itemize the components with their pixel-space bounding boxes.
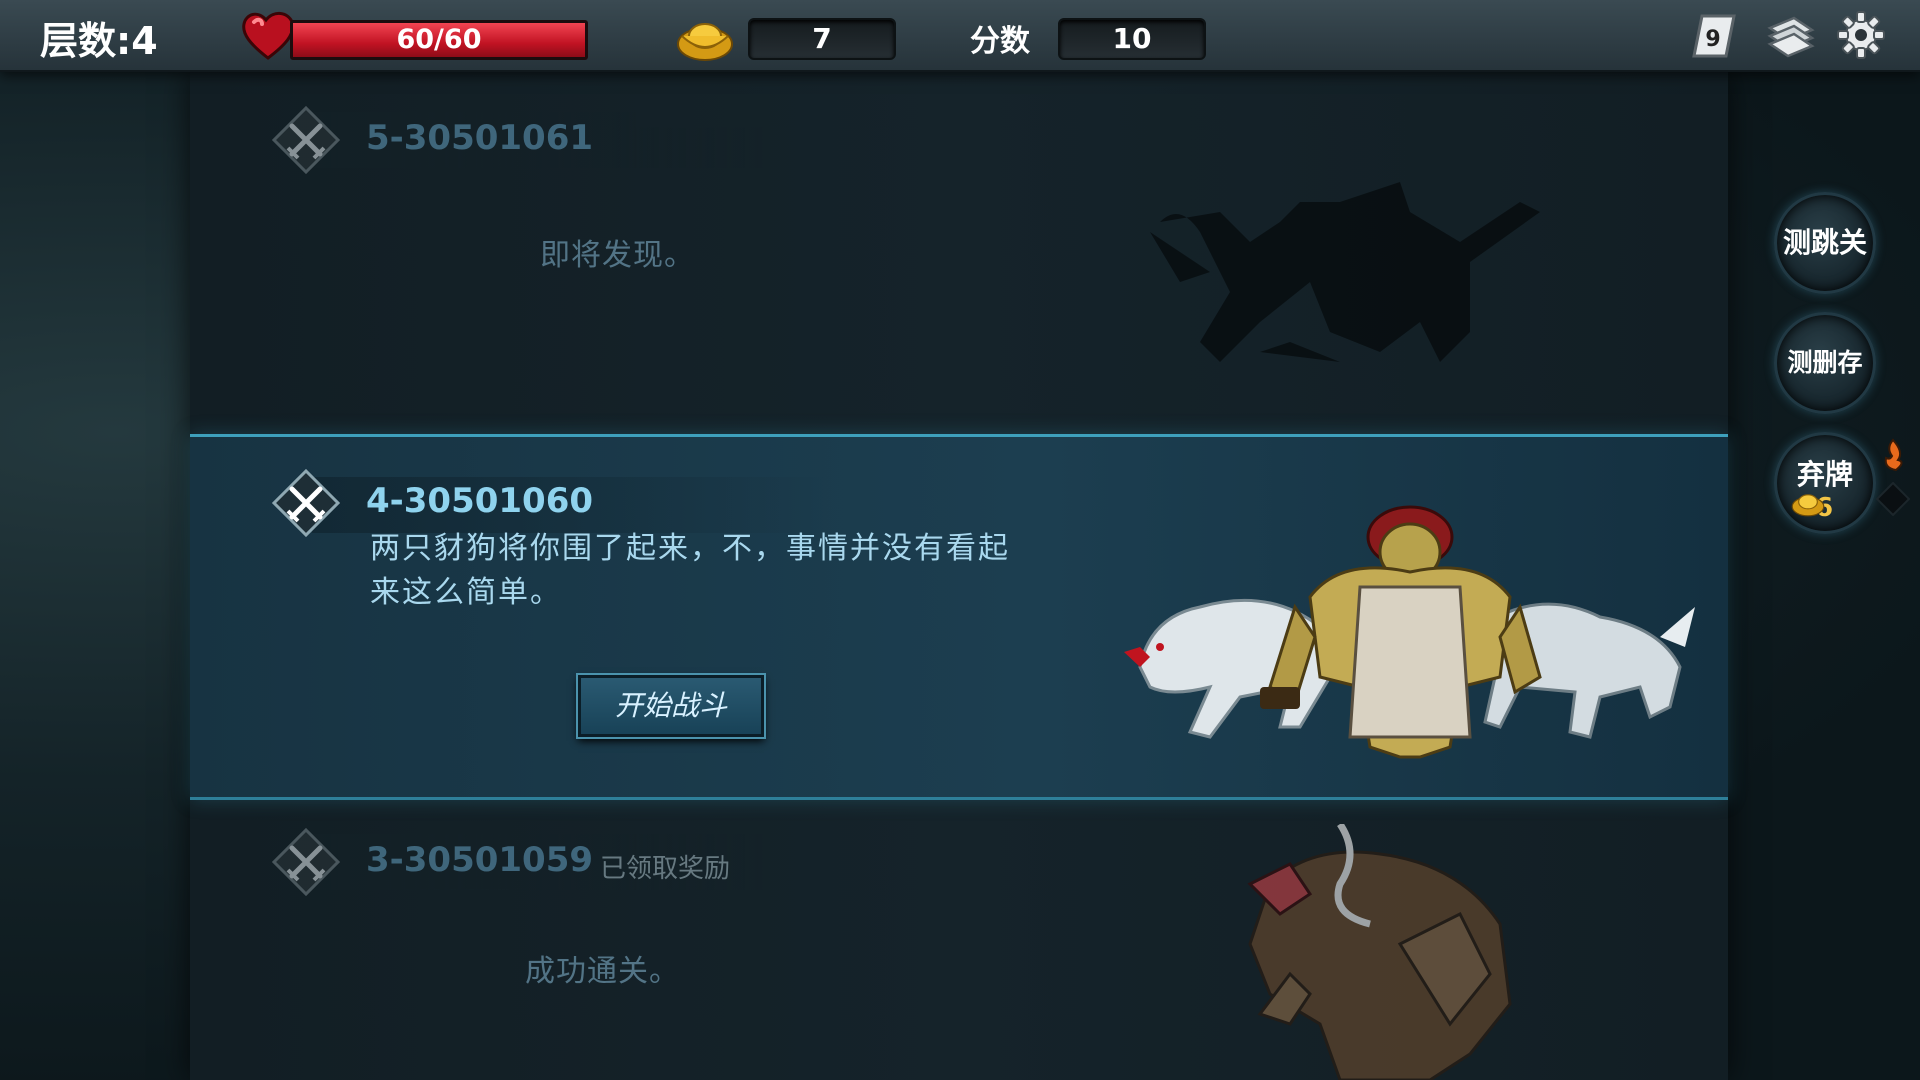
discard-label: 弃牌 (1796, 458, 1853, 491)
cards-icon[interactable] (1764, 12, 1816, 60)
enemy-silhouette (1150, 182, 1540, 362)
discard-cost: 6 (1791, 493, 1833, 523)
start-battle-button[interactable]: 开始战斗 (578, 675, 764, 737)
flame-icon (1884, 438, 1903, 472)
top-bar: 层数:4 60/60 7 分数 10 9 (0, 0, 1920, 72)
gold-ingot-icon (677, 23, 733, 61)
stage-card-locked[interactable]: 5-30501061 即将发现。 (190, 72, 1728, 434)
stage-list[interactable]: 5-30501061 即将发现。 4-30501060 两只豺狗将你围了起来，不… (190, 72, 1728, 1080)
score-label: 分数 (970, 24, 1030, 59)
gold-ingot-icon (1791, 494, 1825, 517)
stage-id: 5-30501061 (366, 118, 594, 158)
stage-description: 即将发现。 (540, 238, 695, 273)
stage-description: 两只豺狗将你围了起来，不，事情并没有看起 来这么简单。 (370, 527, 1010, 615)
hp-bar: 60/60 (290, 20, 588, 60)
crossed-swords-icon (272, 828, 340, 896)
stage-description-line2: 来这么简单。 (370, 575, 562, 610)
enemy-art-beast (1247, 824, 1512, 1080)
gold-counter: 7 (748, 18, 896, 60)
discard-button[interactable]: 弃牌 6 (1774, 432, 1876, 534)
diamond-icon (1876, 482, 1910, 516)
stage-id: 3-30501059 (366, 840, 594, 880)
enemy-art-butcher-and-jackals (1124, 505, 1695, 759)
stage-description-line1: 两只豺狗将你围了起来，不，事情并没有看起 (370, 531, 1010, 566)
skip-level-button[interactable]: 测跳关 (1774, 192, 1876, 294)
stage-id: 4-30501060 (366, 481, 594, 521)
gear-icon[interactable] (1836, 10, 1886, 60)
skip-level-label: 测跳关 (1782, 226, 1867, 259)
floor-label: 层数:4 (40, 19, 158, 63)
heart-icon (242, 12, 295, 60)
deck-icon[interactable]: 9 (1690, 12, 1738, 60)
stage-card-current[interactable]: 4-30501060 两只豺狗将你围了起来，不，事情并没有看起 来这么简单。 开… (190, 434, 1728, 800)
delete-save-button[interactable]: 测删存档 (1774, 312, 1876, 473)
deck-count: 9 (1705, 27, 1720, 52)
score-counter: 10 (1058, 18, 1206, 60)
stage-status: 已领取奖励 (600, 854, 731, 884)
stage-card-cleared[interactable]: 3-30501059 已领取奖励 成功通关。 (190, 794, 1728, 1080)
hp-text: 60/60 (396, 24, 482, 55)
stage-description: 成功通关。 (525, 954, 680, 989)
crossed-swords-icon (272, 469, 340, 537)
crossed-swords-icon (272, 106, 340, 174)
